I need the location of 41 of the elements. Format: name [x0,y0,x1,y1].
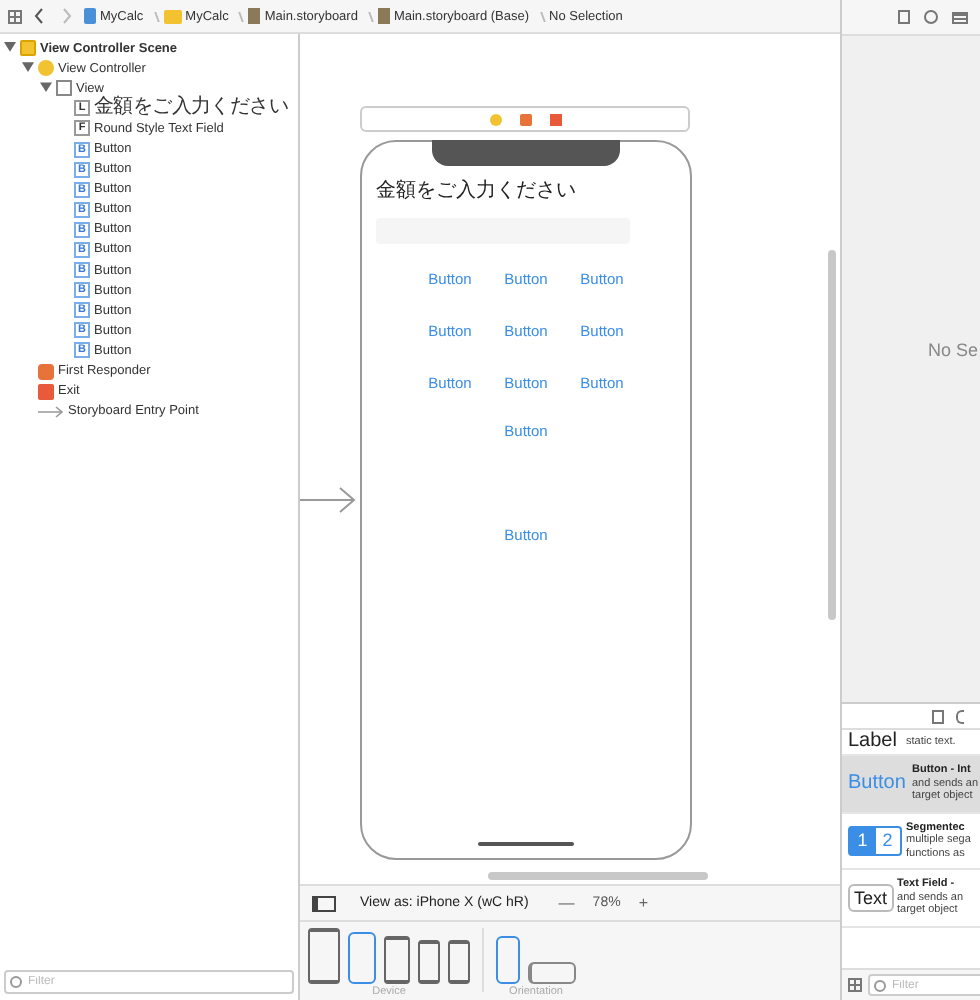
device-option[interactable] [308,928,340,984]
arrow-icon [38,405,64,418]
filter-icon [10,976,22,988]
document-icon [248,8,261,24]
project-icon [84,8,96,24]
button-preview: Button [848,772,908,795]
orientation-option[interactable] [496,936,520,984]
device-option[interactable] [348,932,376,984]
folder-icon [163,9,182,23]
orientation-option[interactable] [528,962,576,984]
cube-icon[interactable] [519,113,531,125]
document-icon[interactable] [932,709,944,723]
exit-icon[interactable] [549,113,561,125]
prompt-label: 金額をご入力ください [376,177,578,204]
empty-message: No Se [927,339,980,359]
device-option[interactable] [418,940,440,984]
sidebar-icon[interactable] [312,895,336,911]
grid-icon[interactable] [848,978,862,992]
device-option[interactable] [384,936,410,984]
document-icon [377,8,390,24]
scrollbar[interactable] [828,250,836,620]
back-icon[interactable] [34,8,44,24]
segmented-preview: 1 2 [848,825,902,856]
filter-icon [874,979,886,991]
grid-icon[interactable] [8,9,22,23]
exit-icon [38,383,54,400]
help-icon[interactable] [924,10,938,24]
view-icon [56,80,72,97]
outline-item[interactable]: 金額をご入力ください [94,98,289,119]
cube-icon [38,363,54,380]
document-icon[interactable] [898,10,910,24]
device-option[interactable] [448,940,470,984]
scrollbar[interactable] [488,871,708,879]
home-indicator [478,842,574,846]
entry-arrow [300,486,356,514]
label-preview: Label [848,732,899,752]
controller-icon [38,60,54,77]
zoom-in-button[interactable]: + [632,894,654,912]
text-field-preview: Text [848,883,894,912]
scene-icon [20,40,36,57]
zoom-out-button[interactable]: — [552,894,581,912]
